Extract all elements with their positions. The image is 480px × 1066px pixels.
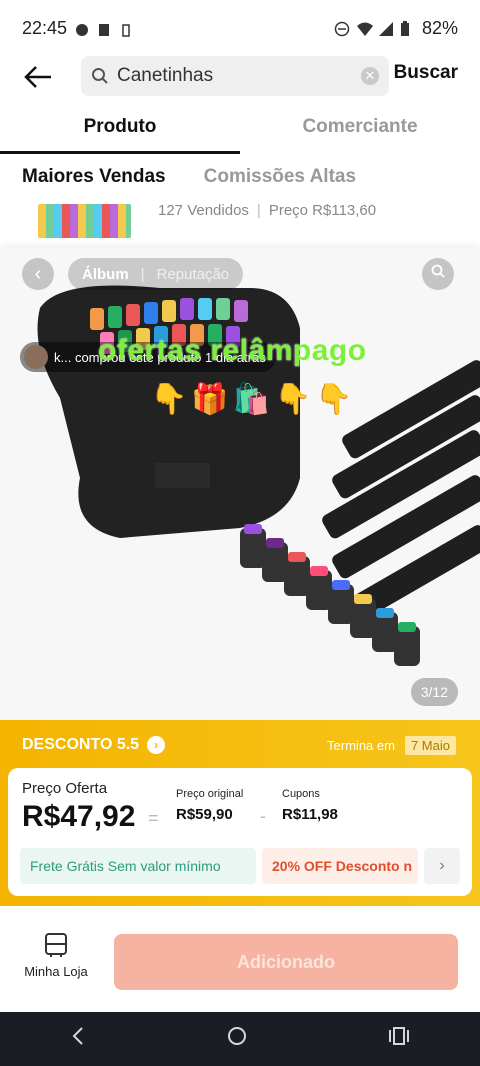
free-shipping-chip[interactable]: Frete Grátis Sem valor mínimo bbox=[20, 848, 256, 884]
dnd-icon bbox=[334, 21, 350, 37]
discount-banner: DESCONTO 5.5 › Termina em 7 Maio Preço O… bbox=[0, 720, 480, 906]
tab-comerciante[interactable]: Comerciante bbox=[240, 108, 480, 154]
my-store-label: Minha Loja bbox=[24, 964, 88, 979]
clear-icon[interactable]: ✕ bbox=[361, 67, 379, 85]
search-row: Canetinhas ✕ Buscar bbox=[0, 56, 480, 98]
product-image[interactable]: ‹ Álbum | Reputação k... comprou este pr… bbox=[0, 248, 480, 720]
my-store-button[interactable]: Minha Loja bbox=[18, 932, 94, 979]
sold-count: 127 Vendidos bbox=[158, 202, 249, 219]
discount-title: DESCONTO 5.5 bbox=[22, 736, 140, 753]
image-tabs: Álbum | Reputação bbox=[68, 258, 244, 290]
product-detail-sheet: ‹ Álbum | Reputação k... comprou este pr… bbox=[0, 248, 480, 1066]
chat-icon bbox=[75, 21, 89, 36]
original-price-label: Preço original bbox=[176, 788, 244, 800]
offer-label: Preço Oferta bbox=[22, 780, 108, 797]
offer-price: R$47,92 bbox=[22, 800, 136, 833]
result-meta: 127 Vendidos | Preço R$113,60 bbox=[158, 202, 377, 219]
image-search-icon[interactable] bbox=[422, 258, 454, 290]
app-icon bbox=[97, 21, 111, 36]
search-icon bbox=[92, 68, 108, 84]
status-time: 22:45 bbox=[22, 17, 68, 38]
discount-chip[interactable]: 20% OFF Desconto n bbox=[262, 848, 418, 884]
battery-saver-icon bbox=[119, 21, 133, 37]
product-thumbnail bbox=[38, 204, 131, 238]
arrow-left-icon bbox=[24, 66, 51, 88]
discount-title-link[interactable]: DESCONTO 5.5 › bbox=[22, 736, 166, 754]
nav-home-icon[interactable] bbox=[227, 1026, 247, 1052]
image-back-button[interactable]: ‹ bbox=[22, 258, 54, 290]
image-page-counter: 3/12 bbox=[410, 678, 458, 706]
store-icon bbox=[45, 933, 67, 957]
system-nav-bar bbox=[0, 1012, 480, 1066]
wifi-icon bbox=[356, 21, 373, 36]
status-bar: 22:45 82% bbox=[0, 0, 480, 56]
minus-sign: - bbox=[260, 806, 266, 826]
ends-date: 7 Maio bbox=[404, 736, 456, 755]
result-price: Preço R$113,60 bbox=[268, 202, 377, 219]
search-button[interactable]: Buscar bbox=[394, 62, 458, 84]
search-query: Canetinhas bbox=[117, 65, 214, 86]
equals-sign: = bbox=[148, 808, 159, 828]
search-input[interactable]: Canetinhas ✕ bbox=[81, 56, 389, 96]
coupon-label: Cupons bbox=[282, 788, 320, 800]
ends-label: Termina em bbox=[327, 738, 395, 753]
tab-reputation[interactable]: Reputação bbox=[157, 266, 230, 283]
sort-tab-best-sellers[interactable]: Maiores Vendas bbox=[22, 166, 166, 188]
list-item[interactable]: 127 Vendidos | Preço R$113,60 bbox=[0, 198, 480, 244]
promo-emoji: 👇🎁🛍️👇👇 bbox=[150, 383, 357, 416]
nav-back-icon[interactable] bbox=[71, 1026, 85, 1052]
nav-recents-icon[interactable] bbox=[389, 1027, 409, 1051]
add-button[interactable]: Adicionado bbox=[114, 934, 458, 990]
tab-bar: Produto Comerciante bbox=[0, 108, 480, 154]
tab-produto[interactable]: Produto bbox=[0, 108, 240, 154]
discount-ends: Termina em 7 Maio bbox=[327, 736, 456, 755]
original-price: R$59,90 bbox=[176, 806, 233, 823]
signal-icon bbox=[378, 21, 393, 36]
back-button[interactable] bbox=[16, 55, 60, 99]
tab-album[interactable]: Álbum bbox=[82, 266, 129, 283]
chevron-right-icon[interactable]: › bbox=[424, 848, 460, 884]
price-card: Preço Oferta R$47,92 = Preço original R$… bbox=[8, 768, 472, 896]
battery-percent: 82% bbox=[421, 17, 458, 38]
battery-icon bbox=[400, 21, 414, 36]
chevron-right-icon: › bbox=[147, 736, 166, 754]
promo-overlay-text: ofertas relâmpago bbox=[98, 334, 367, 367]
sort-tab-high-commission[interactable]: Comissões Altas bbox=[204, 166, 356, 188]
sort-tabs: Maiores Vendas Comissões Altas bbox=[22, 166, 356, 188]
marker-set-illustration bbox=[37, 285, 480, 666]
coupon-value: R$11,98 bbox=[282, 806, 338, 823]
bottom-action-bar: Minha Loja Adicionado bbox=[0, 908, 480, 1012]
avatar bbox=[24, 345, 48, 369]
